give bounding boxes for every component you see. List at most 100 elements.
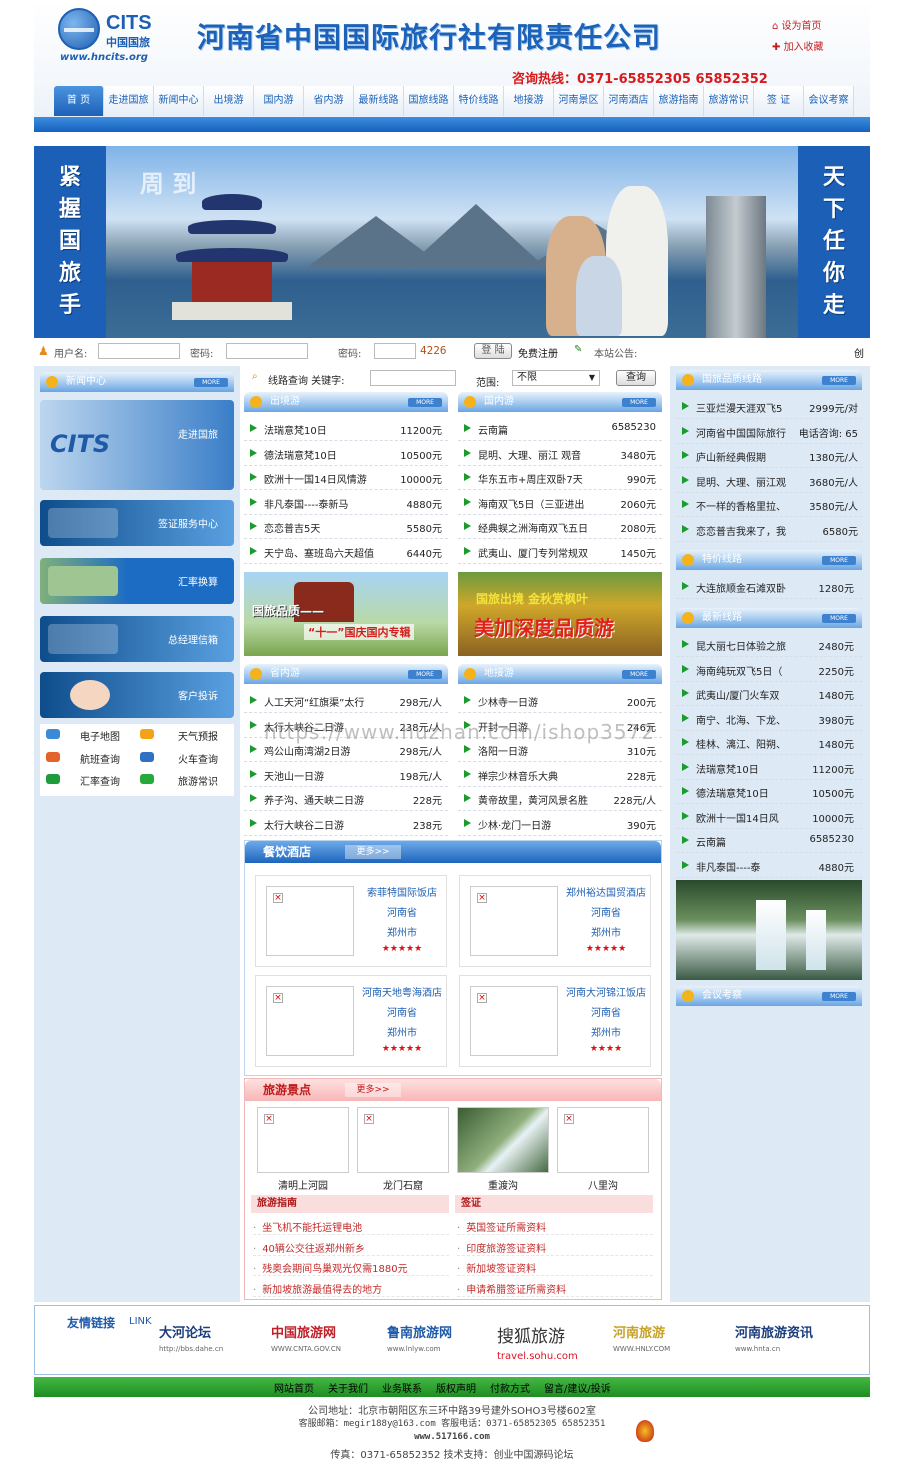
list-item[interactable]: 德法瑞意梵10日 10500元 <box>244 441 448 466</box>
route-name[interactable]: 南宁、北海、下龙、 <box>696 712 802 727</box>
list-item[interactable]: 庐山新经典假期 1380元/人 <box>676 443 862 468</box>
hotel-card[interactable]: × 郑州裕达国贸酒店 河南省 郑州市 ★★★★★ <box>459 875 651 967</box>
friend-link[interactable]: 大河论坛 http://bbs.dahe.cn <box>159 1322 269 1362</box>
friend-link[interactable]: 河南旅游 WWW.HNLY.COM <box>613 1322 723 1362</box>
meeting-more-button[interactable]: MORE <box>822 992 856 1001</box>
more-button[interactable]: MORE <box>822 556 856 565</box>
visa-item[interactable]: 印度旅游签证资料 <box>457 1240 653 1256</box>
spots-more-button[interactable]: 更多>> <box>345 1083 401 1097</box>
route-name[interactable]: 天池山一日游 <box>264 768 388 783</box>
nav-item[interactable]: 地接游 <box>504 86 554 116</box>
route-name[interactable]: 庐山新经典假期 <box>696 449 802 464</box>
nav-item[interactable]: 国旅线路 <box>404 86 454 116</box>
route-name[interactable]: 经典蜈之洲海南双飞五日 <box>478 520 602 535</box>
login-button[interactable]: 登 陆 <box>474 343 512 359</box>
cits-logo-icon[interactable] <box>58 8 100 50</box>
route-name[interactable]: 禅宗少林音乐大典 <box>478 768 602 783</box>
nav-item[interactable]: 签 证 <box>754 86 804 116</box>
spot-name[interactable]: 八里沟 <box>557 1177 649 1192</box>
list-item[interactable]: 德法瑞意梵10日 10500元 <box>676 779 862 804</box>
route-name[interactable]: 云南篇 <box>478 422 602 437</box>
quick-train-link[interactable]: 火车查询 <box>178 751 218 766</box>
nav-item[interactable]: 旅游常识 <box>704 86 754 116</box>
hotel-name[interactable]: 河南天地粤海酒店 <box>358 984 446 999</box>
route-name[interactable]: 鸡公山南湾湖2日游 <box>264 743 388 758</box>
route-name[interactable]: 武夷山/厦门火车双 <box>696 687 802 702</box>
list-item[interactable]: 非凡泰国----泰新马 4880元 <box>244 490 448 515</box>
tile-exchange-rate[interactable]: 汇率换算 <box>40 558 234 604</box>
route-name[interactable]: 德法瑞意梵10日 <box>696 785 802 800</box>
spot-name[interactable]: 龙门石窟 <box>357 1177 449 1192</box>
route-name[interactable]: 华东五市+周庄双卧7天 <box>478 471 602 486</box>
route-name[interactable]: 欧洲十一国14日风 <box>696 810 802 825</box>
quick-map-link[interactable]: 电子地图 <box>80 728 120 743</box>
route-name[interactable]: 法瑞意梵10日 <box>264 422 388 437</box>
route-name[interactable]: 少林寺一日游 <box>478 694 602 709</box>
visa-item[interactable]: 新加坡签证资料 <box>457 1260 653 1276</box>
list-item[interactable]: 昆大丽七日体验之旅 2480元 <box>676 632 862 657</box>
list-item[interactable]: 云南篇 6585230 <box>676 828 862 853</box>
list-item[interactable]: 禅宗少林音乐大典 228元 <box>458 762 662 787</box>
route-name[interactable]: 天宁岛、塞班岛六天超值 <box>264 545 388 560</box>
list-item[interactable]: 桂林、漓江、阳朔、 1480元 <box>676 730 862 755</box>
keyword-input[interactable] <box>370 370 456 386</box>
more-button[interactable]: MORE <box>822 614 856 623</box>
code-input[interactable] <box>374 343 416 359</box>
footer-link[interactable]: 关于我们 <box>328 1380 368 1395</box>
route-name[interactable]: 海南纯玩双飞5日（ <box>696 663 802 678</box>
route-name[interactable]: 昆明、大理、丽江观 <box>696 474 802 489</box>
list-item[interactable]: 海南双飞5日（三亚进出 2060元 <box>458 490 662 515</box>
route-name[interactable]: 昆大丽七日体验之旅 <box>696 638 802 653</box>
list-item[interactable]: 不一样的香格里拉、 3580元/人 <box>676 492 862 517</box>
news-more-button[interactable]: MORE <box>194 378 228 387</box>
nav-item[interactable]: 会议考察 <box>804 86 854 116</box>
list-item[interactable]: 天池山一日游 198元/人 <box>244 762 448 787</box>
list-item[interactable]: 人工天河“红旗渠”太行 298元/人 <box>244 688 448 713</box>
quick-rate-link[interactable]: 汇率查询 <box>80 773 120 788</box>
promo-national-day[interactable]: 国旅品质—— “十一”国庆国内专辑 <box>244 572 448 656</box>
route-name[interactable]: 昆明、大理、丽江 观音 <box>478 447 602 462</box>
nav-item[interactable]: 国内游 <box>254 86 304 116</box>
route-name[interactable]: 黄帝故里，黄河风景名胜 <box>478 792 602 807</box>
more-button[interactable]: MORE <box>622 670 656 679</box>
list-item[interactable]: 南宁、北海、下龙、 3980元 <box>676 706 862 731</box>
quick-weather-link[interactable]: 天气预报 <box>178 728 218 743</box>
list-item[interactable]: 欧洲十一国14日风情游 10000元 <box>244 465 448 490</box>
list-item[interactable]: 昆明、大理、丽江观 3680元/人 <box>676 468 862 493</box>
list-item[interactable]: 法瑞意梵10日 11200元 <box>244 416 448 441</box>
route-name[interactable]: 少林·龙门一日游 <box>478 817 602 832</box>
hotel-name[interactable]: 郑州裕达国贸酒店 <box>562 884 650 899</box>
friend-link[interactable]: 鲁南旅游网 www.lnlyw.com <box>387 1322 497 1362</box>
hotel-card[interactable]: × 河南天地粤海酒店 河南省 郑州市 ★★★★★ <box>255 975 447 1067</box>
list-item[interactable]: 武夷山/厦门火车双 1480元 <box>676 681 862 706</box>
list-item[interactable]: 养子沟、通天峡二日游 228元 <box>244 786 448 811</box>
nav-item[interactable]: 走进国旅 <box>104 86 154 116</box>
nav-item[interactable]: 首 页 <box>54 86 104 116</box>
quick-flight-link[interactable]: 航班查询 <box>80 751 120 766</box>
promo-usa-canada[interactable]: 国旅出境 金秋赏枫叶 美加深度品质游 <box>458 572 662 656</box>
footer-link[interactable]: 业务联系 <box>382 1380 422 1395</box>
list-item[interactable]: 河南省中国国际旅行 电话咨询: 65 <box>676 419 862 444</box>
list-item[interactable]: 法瑞意梵10日 11200元 <box>676 755 862 780</box>
route-name[interactable]: 桂林、漓江、阳朔、 <box>696 736 802 751</box>
footer-link[interactable]: 留言/建议/投诉 <box>544 1380 611 1395</box>
set-home-link[interactable]: ⌂ 设为首页 <box>772 17 822 32</box>
register-link[interactable]: 免费注册 <box>518 345 558 360</box>
spot-image[interactable] <box>457 1107 549 1173</box>
guide-item[interactable]: 残奥会期间鸟巢观光仅需1880元 <box>253 1260 449 1276</box>
route-name[interactable]: 养子沟、通天峡二日游 <box>264 792 388 807</box>
spot-image[interactable]: × <box>357 1107 449 1173</box>
add-favorite-link[interactable]: ✚ 加入收藏 <box>772 38 824 53</box>
hotel-name[interactable]: 河南大河锦江饭店 <box>562 984 650 999</box>
tile-gm-mailbox[interactable]: 总经理信箱 <box>40 616 234 662</box>
list-item[interactable]: 昆明、大理、丽江 观音 3480元 <box>458 441 662 466</box>
friend-link[interactable]: 中国旅游网 WWW.CNTA.GOV.CN <box>271 1322 381 1362</box>
tile-complaint[interactable]: 客户投诉 <box>40 672 234 718</box>
list-item[interactable]: 云南篇 6585230 <box>458 416 662 441</box>
police-badge-icon[interactable] <box>636 1420 654 1442</box>
list-item[interactable]: 非凡泰国----泰 4880元 <box>676 853 862 878</box>
nav-item[interactable]: 河南景区 <box>554 86 604 116</box>
nav-item[interactable]: 省内游 <box>304 86 354 116</box>
tile-about-cits[interactable]: CITS 走进国旅 <box>40 400 234 490</box>
more-button[interactable]: MORE <box>822 376 856 385</box>
